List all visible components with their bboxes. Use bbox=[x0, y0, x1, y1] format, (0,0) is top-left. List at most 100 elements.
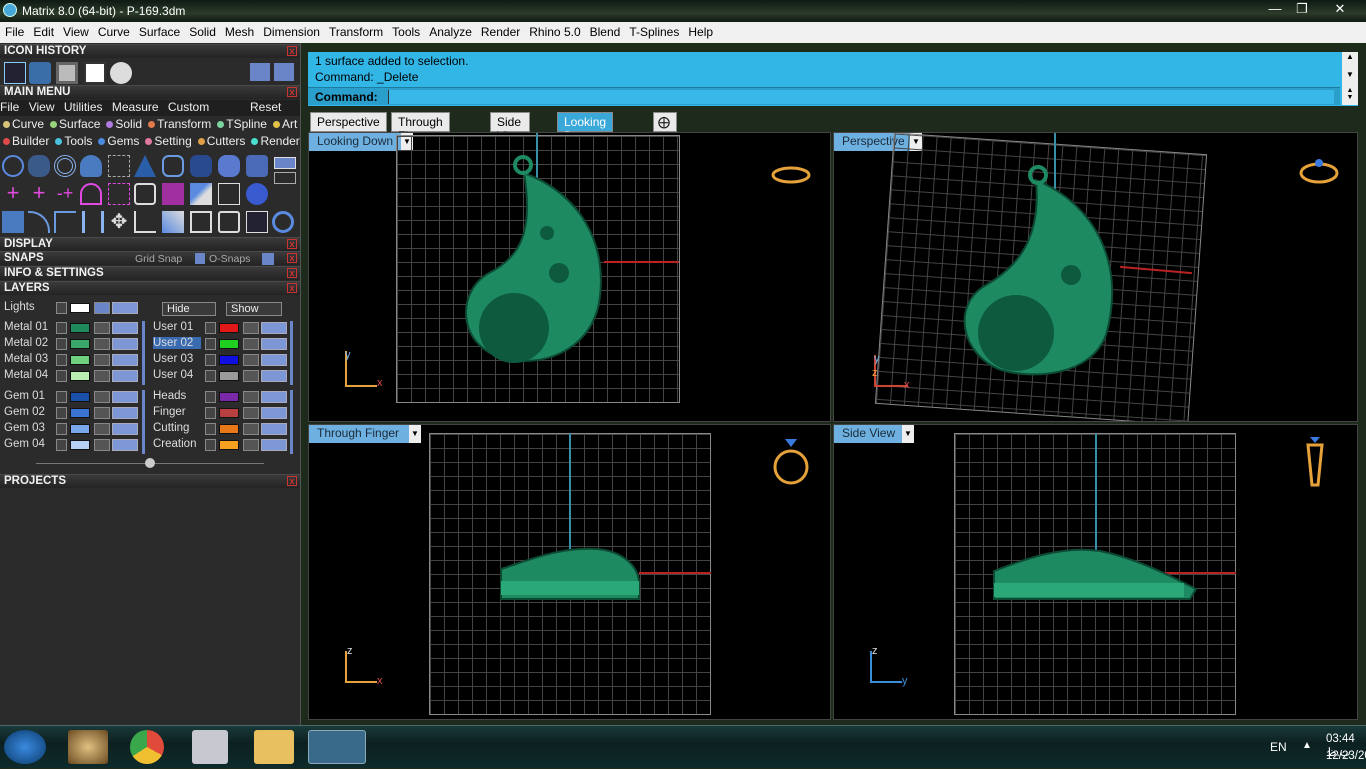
viewport-through-finger[interactable]: Through Finger ▼ z x bbox=[308, 424, 831, 720]
lock-icon[interactable] bbox=[243, 322, 259, 334]
expand-icon[interactable] bbox=[56, 302, 67, 314]
lock-icon[interactable] bbox=[243, 423, 259, 435]
bend-tool-icon[interactable] bbox=[28, 211, 50, 233]
expand-icon[interactable] bbox=[56, 439, 67, 451]
ring-orientation-icon[interactable] bbox=[769, 163, 813, 191]
circle-tool-icon[interactable] bbox=[2, 155, 24, 177]
expand-icon[interactable] bbox=[56, 423, 67, 435]
menu-curve[interactable]: Curve bbox=[93, 22, 134, 39]
folder-icon[interactable] bbox=[254, 730, 294, 764]
add-tab-icon[interactable]: ⨁ bbox=[653, 112, 677, 132]
cat-render[interactable]: Render bbox=[251, 134, 300, 148]
close-icon[interactable]: x bbox=[287, 46, 297, 56]
lock-icon[interactable] bbox=[94, 370, 110, 382]
menu-render[interactable]: Render bbox=[476, 22, 524, 39]
pendant-model-perspective[interactable] bbox=[956, 165, 1126, 385]
layer-color-swatch[interactable] bbox=[219, 424, 239, 434]
command-scrollbar[interactable]: ▲ ▼ bbox=[1342, 52, 1358, 87]
band-tool-icon[interactable] bbox=[80, 155, 102, 177]
pendant-model-side[interactable] bbox=[990, 543, 1200, 603]
pendant-model-top[interactable] bbox=[459, 153, 619, 373]
visibility-toggle[interactable] bbox=[112, 354, 138, 366]
expand-icon[interactable] bbox=[205, 423, 216, 435]
cat-art[interactable]: Art bbox=[272, 117, 297, 131]
menu-blend[interactable]: Blend bbox=[585, 22, 625, 39]
display-header[interactable]: DISPLAY x bbox=[0, 237, 300, 251]
cat-tspline[interactable]: TSpline bbox=[217, 117, 267, 131]
toggle-outline-icon[interactable] bbox=[274, 172, 296, 184]
grid-snap-toggle[interactable]: Grid Snap bbox=[135, 253, 182, 265]
add-point-icon[interactable]: + bbox=[2, 182, 24, 205]
add-node-icon[interactable]: + bbox=[28, 182, 50, 205]
layer-color-swatch[interactable] bbox=[70, 392, 90, 402]
grid-edit-icon[interactable] bbox=[218, 183, 240, 205]
viewport-looking-down[interactable]: Looking Down▼ y x bbox=[308, 132, 831, 422]
circle-outline-icon[interactable] bbox=[272, 211, 294, 233]
layer-row[interactable]: Gem 02 bbox=[4, 406, 144, 420]
link-tool-icon[interactable] bbox=[134, 183, 156, 205]
lights-toggle[interactable] bbox=[94, 302, 110, 314]
lock-icon[interactable] bbox=[243, 439, 259, 451]
visibility-toggle[interactable] bbox=[112, 439, 138, 451]
viewport-perspective[interactable]: Perspective▼ y z x bbox=[833, 132, 1358, 422]
forward-arrow-icon[interactable] bbox=[274, 63, 294, 81]
mm-file[interactable]: File bbox=[0, 100, 19, 114]
tab-through-finger[interactable]: Through Finger bbox=[391, 112, 450, 143]
layer-row[interactable]: Creation bbox=[153, 438, 293, 452]
start-button[interactable] bbox=[4, 730, 46, 764]
hide-button[interactable]: Hide bbox=[162, 302, 216, 316]
visibility-toggle[interactable] bbox=[261, 322, 287, 334]
menu-dimension[interactable]: Dimension bbox=[258, 22, 324, 39]
visibility-toggle[interactable] bbox=[112, 423, 138, 435]
chevron-down-icon[interactable]: ▼ bbox=[409, 425, 421, 443]
expand-icon[interactable] bbox=[56, 370, 67, 382]
expand-icon[interactable] bbox=[205, 322, 216, 334]
cat-gems[interactable]: Gems bbox=[98, 134, 139, 148]
lock-icon[interactable] bbox=[243, 354, 259, 366]
layer-row[interactable]: Metal 01 bbox=[4, 321, 144, 335]
language-indicator[interactable]: EN bbox=[1270, 740, 1287, 754]
back-arrow-icon[interactable] bbox=[250, 63, 270, 81]
expand-icon[interactable] bbox=[205, 354, 216, 366]
cat-solid[interactable]: Solid bbox=[106, 117, 142, 131]
cat-cutters[interactable]: Cutters bbox=[197, 134, 245, 148]
layers-header[interactable]: LAYERS x bbox=[0, 281, 300, 295]
menu-tools[interactable]: Tools bbox=[387, 22, 424, 39]
expand-icon[interactable] bbox=[205, 391, 216, 403]
cat-tools[interactable]: Tools bbox=[55, 134, 92, 148]
visibility-toggle[interactable] bbox=[261, 391, 287, 403]
cat-transform[interactable]: Transform bbox=[148, 117, 211, 131]
viewport-side-view[interactable]: Side View ▼ z y bbox=[833, 424, 1358, 720]
menu-view[interactable]: View bbox=[58, 22, 93, 39]
lock-icon[interactable] bbox=[94, 407, 110, 419]
mm-reset[interactable]: Reset bbox=[250, 100, 281, 114]
text-tool-icon[interactable] bbox=[246, 155, 268, 177]
tab-side-view[interactable]: Side View bbox=[490, 112, 530, 143]
viewport-label[interactable]: Side View ▼ bbox=[834, 425, 914, 443]
chrome-icon[interactable] bbox=[130, 730, 164, 764]
collapse-handle-icon[interactable] bbox=[145, 458, 155, 468]
layer-color-swatch[interactable] bbox=[219, 392, 239, 402]
expand-icon[interactable] bbox=[56, 391, 67, 403]
visibility-toggle[interactable] bbox=[261, 338, 287, 350]
layer-row[interactable]: User 03 bbox=[153, 353, 293, 367]
expand-icon[interactable] bbox=[205, 439, 216, 451]
expand-icon[interactable] bbox=[205, 370, 216, 382]
layer-color-swatch[interactable] bbox=[219, 355, 239, 365]
layer-row[interactable]: Gem 01 bbox=[4, 390, 144, 404]
clock-date[interactable]: 12/23/2022 bbox=[1326, 750, 1366, 762]
box-tool-icon[interactable] bbox=[190, 211, 212, 233]
scale-tool-icon[interactable] bbox=[162, 211, 184, 233]
lock-icon[interactable] bbox=[94, 354, 110, 366]
mm-custom[interactable]: Custom bbox=[168, 100, 209, 114]
visibility-toggle[interactable] bbox=[112, 322, 138, 334]
gem-cone-icon[interactable] bbox=[134, 155, 156, 177]
lock-icon[interactable] bbox=[243, 391, 259, 403]
layer-row[interactable]: Gem 04 bbox=[4, 438, 144, 452]
layer-row[interactable]: Finger bbox=[153, 406, 293, 420]
rotate-tool-icon[interactable] bbox=[134, 211, 156, 233]
visibility-toggle[interactable] bbox=[261, 354, 287, 366]
expand-icon[interactable] bbox=[56, 407, 67, 419]
layer-row[interactable]: User 04 bbox=[153, 369, 293, 383]
layer-row[interactable]: Metal 04 bbox=[4, 369, 144, 383]
